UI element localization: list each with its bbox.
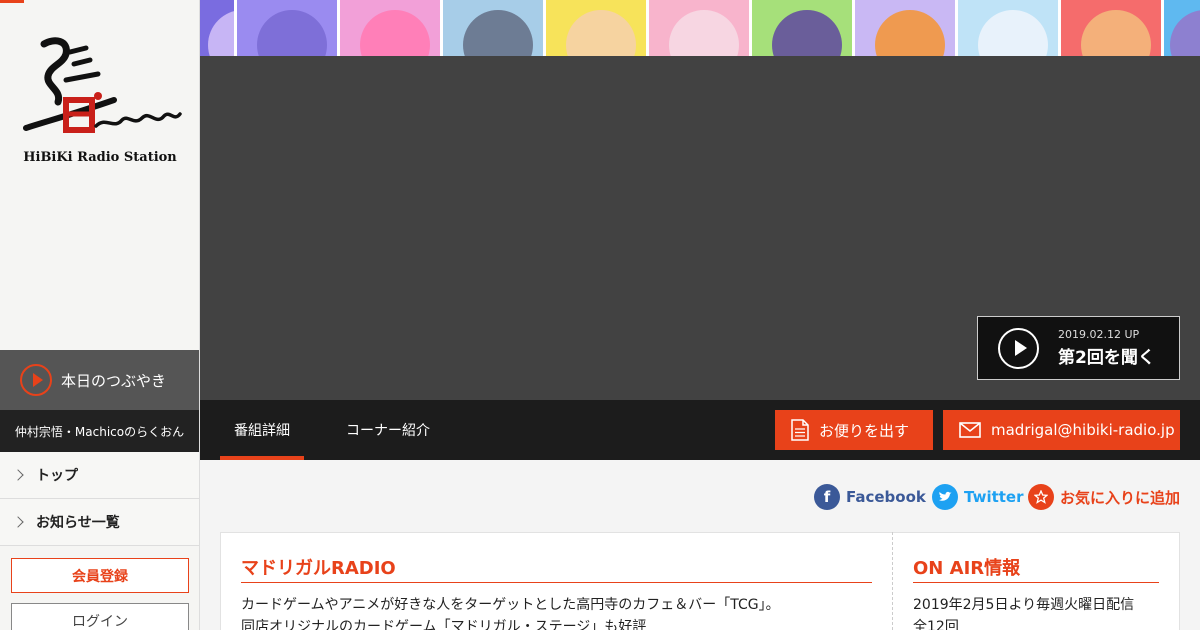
card-divider xyxy=(892,532,893,630)
banner-tile xyxy=(1061,0,1164,56)
twitter-icon xyxy=(932,484,958,510)
onair-schedule: 2019年2月5日より毎週火曜日配信 xyxy=(913,597,1135,613)
program-banner xyxy=(200,0,1200,56)
send-mail-button[interactable]: お便りを出す xyxy=(775,410,933,450)
login-button[interactable]: ログイン xyxy=(11,603,189,630)
onair-title: ON AIR情報 xyxy=(913,554,1159,583)
sidebar-item-top[interactable]: トップ xyxy=(0,452,199,499)
banner-tile xyxy=(752,0,855,56)
banner-tile xyxy=(958,0,1061,56)
chevron-right-icon xyxy=(12,469,24,481)
document-icon xyxy=(791,419,809,441)
sidebar-item-news[interactable]: お知らせ一覧 xyxy=(0,499,199,546)
corner-mark xyxy=(0,0,24,3)
facebook-label: Facebook xyxy=(846,488,926,506)
banner-tile xyxy=(200,0,237,56)
program-description-line1: カードゲームやアニメが好きな人をターゲットとした高円寺のカフェ＆バー「TCG」。 xyxy=(241,597,780,613)
banner-tile xyxy=(855,0,958,56)
mail-icon xyxy=(959,422,981,438)
tsubuyaki-button[interactable]: 本日のつぶやき xyxy=(0,350,199,410)
logo-caption: HiBiKi Radio Station xyxy=(23,150,177,165)
banner-tile xyxy=(340,0,443,56)
email-address-label: madrigal@hibiki-radio.jp xyxy=(991,421,1175,439)
tab-program-details[interactable]: 番組詳細 xyxy=(220,400,304,460)
banner-tile xyxy=(649,0,752,56)
banner-tile xyxy=(546,0,649,56)
send-mail-label: お便りを出す xyxy=(819,421,910,440)
program-title: マドリガルRADIO xyxy=(241,554,872,583)
chevron-right-icon xyxy=(12,516,24,528)
email-address-button[interactable]: madrigal@hibiki-radio.jp xyxy=(943,410,1180,450)
onair-episodes: 全12回 xyxy=(913,619,959,630)
add-favorite-link[interactable]: お気に入りに追加 xyxy=(1028,484,1180,510)
tsubuyaki-label: 本日のつぶやき xyxy=(61,371,167,390)
banner-tile xyxy=(443,0,546,56)
site-logo[interactable]: HiBiKi Radio Station xyxy=(14,30,186,170)
tab-bar: 番組詳細 コーナー紹介 お便りを出す madrigal@hibiki-radio… xyxy=(200,400,1200,460)
play-episode-button[interactable]: 2019.02.12 UP 第2回を聞く xyxy=(977,316,1180,380)
sidebar-item-label: トップ xyxy=(36,468,78,484)
hibiki-logo-graphic xyxy=(23,37,182,133)
register-button[interactable]: 会員登録 xyxy=(11,558,189,593)
program-description-line2: 同店オリジナルのカードゲーム「マドリガル・ステージ」も好評 xyxy=(241,619,647,630)
banner-tile xyxy=(1164,0,1200,56)
twitter-label: Twitter xyxy=(964,488,1024,506)
tsubuyaki-hosts[interactable]: 仲村宗悟・Machicoのらくおん xyxy=(0,410,199,452)
tab-corners[interactable]: コーナー紹介 xyxy=(334,400,442,460)
sidebar: HiBiKi Radio Station 本日のつぶやき 仲村宗悟・Machic… xyxy=(0,0,200,630)
facebook-share-link[interactable]: f Facebook xyxy=(814,484,926,510)
play-icon xyxy=(998,327,1039,369)
episode-listen-label: 第2回を聞く xyxy=(1058,348,1155,368)
star-icon xyxy=(1028,484,1054,510)
sidebar-item-label: お知らせ一覧 xyxy=(36,515,120,531)
twitter-share-link[interactable]: Twitter xyxy=(932,484,1024,510)
banner-tile xyxy=(237,0,340,56)
episode-date: 2019.02.12 UP xyxy=(1058,328,1140,341)
add-favorite-label: お気に入りに追加 xyxy=(1060,488,1181,507)
facebook-icon: f xyxy=(814,484,840,510)
play-icon xyxy=(20,364,52,396)
